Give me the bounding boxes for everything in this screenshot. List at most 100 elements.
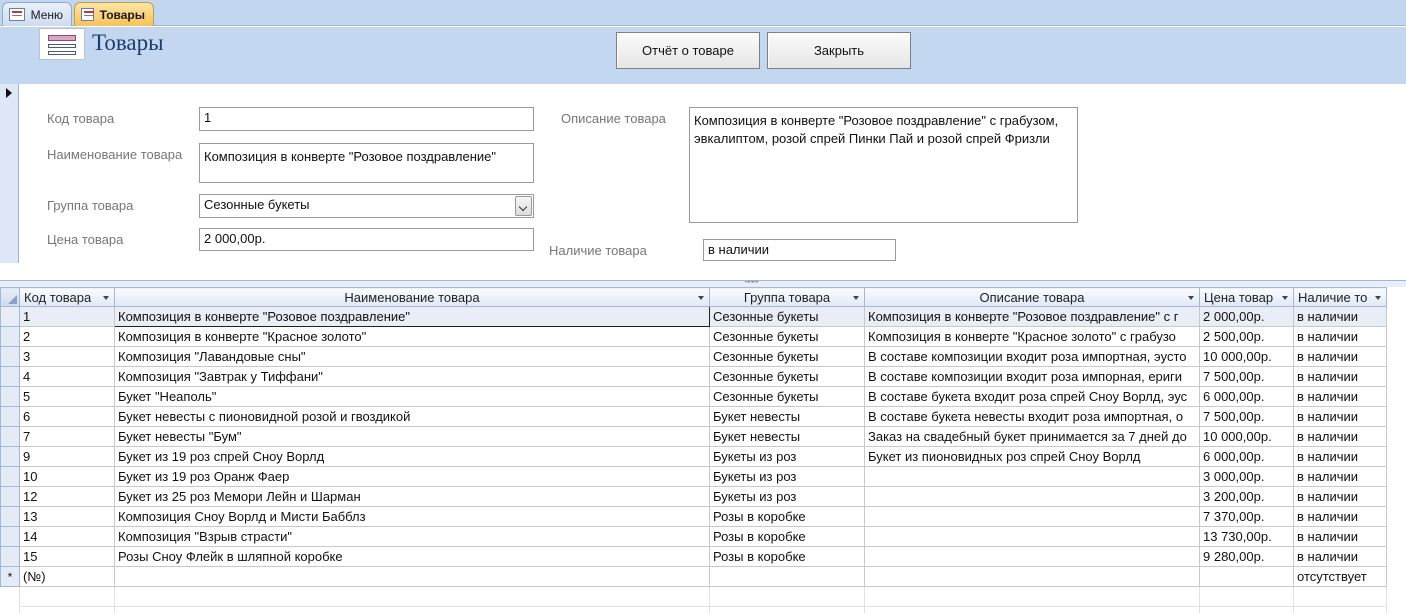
cell-group[interactable]: Сезонные букеты: [709, 346, 865, 367]
cell-group[interactable]: Сезонные букеты: [709, 386, 865, 407]
cell-avail[interactable]: в наличии: [1293, 546, 1387, 567]
cell-desc[interactable]: [864, 466, 1200, 487]
cell-group[interactable]: Сезонные букеты: [709, 306, 865, 327]
row-selector[interactable]: [0, 426, 20, 447]
cell-name[interactable]: Композиция "Взрыв страсти": [114, 526, 710, 547]
cell-code[interactable]: 4: [19, 366, 115, 387]
cell-price[interactable]: 6 000,00р.: [1199, 386, 1294, 407]
cell-avail[interactable]: отсутствует: [1293, 566, 1387, 587]
cell-price[interactable]: 13 730,00р.: [1199, 526, 1294, 547]
cell-group[interactable]: Букеты из роз: [709, 486, 865, 507]
column-header[interactable]: Наличие то: [1293, 287, 1387, 307]
cell-name[interactable]: Букет невесты с пионовидной розой и гвоз…: [114, 406, 710, 427]
cell-group[interactable]: [709, 566, 865, 587]
cell-price[interactable]: 2 000,00р.: [1199, 306, 1294, 327]
cell-desc[interactable]: [864, 506, 1200, 527]
cell-avail[interactable]: в наличии: [1293, 506, 1387, 527]
cell-avail[interactable]: в наличии: [1293, 386, 1387, 407]
code-field[interactable]: 1: [199, 107, 534, 131]
cell-name[interactable]: Букет из 25 роз Мемори Лейн и Шарман: [114, 486, 710, 507]
cell-desc[interactable]: [864, 546, 1200, 567]
row-selector[interactable]: [0, 486, 20, 507]
cell-price[interactable]: [1199, 566, 1294, 587]
column-header[interactable]: Описание товара: [864, 287, 1200, 307]
split-form-splitter[interactable]: '''''''''': [0, 280, 1406, 288]
cell-price[interactable]: 3 000,00р.: [1199, 466, 1294, 487]
cell-desc[interactable]: В составе композиции входит роза импортн…: [864, 346, 1200, 367]
row-selector[interactable]: [0, 526, 20, 547]
row-selector[interactable]: [0, 366, 20, 387]
column-header[interactable]: Код товара: [19, 287, 115, 307]
cell-desc[interactable]: [864, 526, 1200, 547]
tab-menu[interactable]: Меню: [2, 2, 72, 26]
availability-field[interactable]: в наличии: [703, 239, 896, 261]
table-row[interactable]: 15 Розы Сноу Флейк в шляпной коробке Розы …: [0, 546, 1387, 567]
row-selector[interactable]: [0, 326, 20, 347]
cell-code[interactable]: 15: [19, 546, 115, 567]
group-combobox[interactable]: Сезонные букеты: [199, 194, 534, 218]
close-button[interactable]: Закрыть: [767, 32, 911, 69]
cell-price[interactable]: 2 500,00р.: [1199, 326, 1294, 347]
cell-name[interactable]: Композиция в конверте "Красное золото": [114, 326, 710, 347]
table-row[interactable]: 4 Композиция "Завтрак у Тиффани" Сезонные …: [0, 366, 1387, 387]
table-row[interactable]: 5 Букет "Неаполь" Сезонные букеты В составе…: [0, 386, 1387, 407]
table-row[interactable]: 6 Букет невесты с пионовидной розой и гво…: [0, 406, 1387, 427]
tab-products[interactable]: Товары: [74, 2, 154, 26]
cell-price[interactable]: 9 280,00р.: [1199, 546, 1294, 567]
cell-group[interactable]: Сезонные букеты: [709, 326, 865, 347]
record-selector[interactable]: [0, 84, 19, 263]
row-selector[interactable]: [0, 466, 20, 487]
cell-price[interactable]: 7 500,00р.: [1199, 366, 1294, 387]
cell-code[interactable]: 12: [19, 486, 115, 507]
cell-name[interactable]: Композиция Сноу Ворлд и Мисти Бабблз: [114, 506, 710, 527]
cell-avail[interactable]: в наличии: [1293, 466, 1387, 487]
cell-code[interactable]: 7: [19, 426, 115, 447]
cell-name[interactable]: Композиция "Завтрак у Тиффани": [114, 366, 710, 387]
cell-avail[interactable]: в наличии: [1293, 526, 1387, 547]
cell-name[interactable]: Букет невесты "Бум": [114, 426, 710, 447]
table-row[interactable]: 1 Композиция в конверте "Розовое поздравл…: [0, 306, 1387, 327]
cell-group[interactable]: Сезонные букеты: [709, 366, 865, 387]
cell-avail[interactable]: в наличии: [1293, 426, 1387, 447]
row-selector[interactable]: [0, 506, 20, 527]
cell-price[interactable]: 10 000,00р.: [1199, 346, 1294, 367]
cell-avail[interactable]: в наличии: [1293, 486, 1387, 507]
name-field[interactable]: Композиция в конверте "Розовое поздравле…: [199, 143, 534, 183]
cell-name[interactable]: Букет "Неаполь": [114, 386, 710, 407]
cell-desc[interactable]: Композиция в конверте "Красное золото" с…: [864, 326, 1200, 347]
cell-group[interactable]: Розы в коробке: [709, 546, 865, 567]
cell-desc[interactable]: Заказ на свадебный букет принимается за …: [864, 426, 1200, 447]
cell-code[interactable]: (№): [19, 566, 115, 587]
column-header[interactable]: Группа товара: [709, 287, 865, 307]
cell-group[interactable]: Розы в коробке: [709, 526, 865, 547]
cell-name[interactable]: Розы Сноу Флейк в шляпной коробке: [114, 546, 710, 567]
cell-desc[interactable]: Букет из пионовидных роз спрей Сноу Ворл…: [864, 446, 1200, 467]
cell-code[interactable]: 5: [19, 386, 115, 407]
column-header[interactable]: Цена товар: [1199, 287, 1294, 307]
cell-desc[interactable]: Композиция в конверте "Розовое поздравле…: [864, 306, 1200, 327]
product-report-button[interactable]: Отчёт о товаре: [616, 32, 760, 69]
cell-price[interactable]: 7 500,00р.: [1199, 406, 1294, 427]
select-all-corner[interactable]: [0, 287, 20, 307]
cell-name[interactable]: Букет из 19 роз Оранж Фаер: [114, 466, 710, 487]
cell-price[interactable]: 6 000,00р.: [1199, 446, 1294, 467]
cell-group[interactable]: Букет невесты: [709, 406, 865, 427]
cell-group[interactable]: Розы в коробке: [709, 506, 865, 527]
table-row[interactable]: 10 Букет из 19 роз Оранж Фаер Букеты из ро…: [0, 466, 1387, 487]
table-row[interactable]: 9 Букет из 19 роз спрей Сноу Ворлд Букеты …: [0, 446, 1387, 467]
description-field[interactable]: Композиция в конверте "Розовое поздравле…: [689, 107, 1078, 223]
cell-name[interactable]: Букет из 19 роз спрей Сноу Ворлд: [114, 446, 710, 467]
table-row[interactable]: 13 Композиция Сноу Ворлд и Мисти Бабблз Ро…: [0, 506, 1387, 527]
row-selector[interactable]: [0, 306, 20, 327]
cell-avail[interactable]: в наличии: [1293, 366, 1387, 387]
row-selector[interactable]: [0, 546, 20, 567]
cell-code[interactable]: 1: [19, 306, 115, 327]
table-row[interactable]: 2 Композиция в конверте "Красное золото" С…: [0, 326, 1387, 347]
cell-avail[interactable]: в наличии: [1293, 306, 1387, 327]
cell-group[interactable]: Букеты из роз: [709, 466, 865, 487]
table-row[interactable]: 3 Композиция "Лавандовые сны" Сезонные бук…: [0, 346, 1387, 367]
cell-code[interactable]: 2: [19, 326, 115, 347]
cell-code[interactable]: 14: [19, 526, 115, 547]
cell-code[interactable]: 10: [19, 466, 115, 487]
row-selector[interactable]: [0, 346, 20, 367]
